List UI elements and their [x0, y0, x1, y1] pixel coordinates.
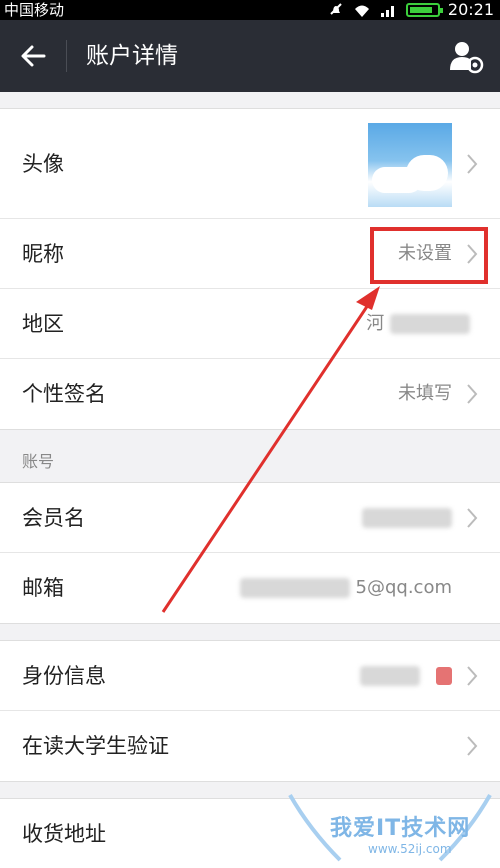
student-row[interactable]: 在读大学生验证 — [0, 711, 500, 781]
region-value: 河 — [366, 289, 470, 359]
account-header: 账号 — [0, 432, 500, 482]
avatar — [368, 123, 452, 207]
signature-label: 个性签名 — [22, 382, 106, 406]
watermark-url: www.52ij.com — [368, 842, 452, 856]
chevron-right-icon — [467, 736, 478, 756]
address-label: 收货地址 — [22, 822, 106, 846]
verified-badge-icon — [436, 667, 452, 685]
email-label: 邮箱 — [22, 576, 64, 600]
region-text: 河 — [366, 313, 385, 334]
avatar-label: 头像 — [22, 152, 64, 176]
redacted-identity — [360, 666, 421, 686]
email-text: 5@qq.com — [355, 577, 452, 598]
member-value — [362, 483, 452, 553]
signal-icon — [380, 6, 394, 17]
chevron-right-icon — [467, 666, 478, 686]
mute-icon — [330, 3, 342, 15]
redacted-member — [362, 508, 452, 528]
redacted-region — [390, 314, 470, 334]
member-label: 会员名 — [22, 506, 85, 530]
wifi-icon — [354, 5, 369, 17]
email-row[interactable]: 邮箱 5@qq.com — [0, 553, 500, 623]
identity-row[interactable]: 身份信息 — [0, 641, 500, 711]
member-row[interactable]: 会员名 — [0, 483, 500, 553]
identity-section: 身份信息 在读大学生验证 — [0, 640, 500, 782]
chevron-right-icon — [467, 384, 478, 404]
carrier-label: 中国移动 — [4, 1, 65, 19]
status-bar: 中国移动 20:21 — [0, 0, 500, 20]
chevron-right-icon — [467, 154, 478, 174]
account-header-label: 账号 — [22, 452, 55, 471]
nickname-label: 昵称 — [22, 242, 64, 266]
redacted-email — [239, 578, 350, 598]
page-title: 账户详情 — [86, 43, 178, 69]
student-label: 在读大学生验证 — [22, 734, 169, 758]
battery-icon — [405, 3, 443, 17]
watermark: 我爱IT技术网 www.52ij.com — [280, 790, 500, 868]
navbar: 账户详情 — [0, 20, 500, 92]
clock: 20:21 — [447, 0, 494, 19]
region-row[interactable]: 地区 河 — [0, 289, 500, 359]
nav-divider — [66, 40, 67, 72]
region-label: 地区 — [22, 312, 64, 336]
account-section: 会员名 邮箱 5@qq.com — [0, 482, 500, 624]
back-arrow-icon[interactable] — [20, 44, 46, 68]
user-settings-icon[interactable] — [448, 38, 484, 74]
avatar-row[interactable]: 头像 — [0, 109, 500, 219]
annotation-box — [370, 227, 488, 284]
signature-value: 未填写 — [398, 383, 452, 404]
email-value: 5@qq.com — [239, 553, 452, 623]
status-icons: 20:21 — [328, 0, 494, 20]
watermark-text: 我爱IT技术网 — [330, 816, 471, 841]
identity-label: 身份信息 — [22, 664, 106, 688]
chevron-right-icon — [467, 508, 478, 528]
identity-value — [360, 641, 452, 711]
signature-row[interactable]: 个性签名 未填写 — [0, 359, 500, 429]
